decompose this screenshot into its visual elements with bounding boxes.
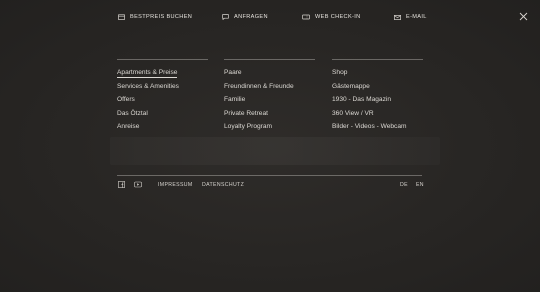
top-action-bar: BESTPREIS BUCHEN ANFRAGEN WEB CHECK-IN E… xyxy=(0,14,540,26)
menu-item-private-retreat[interactable]: Private Retreat xyxy=(224,109,315,123)
facebook-icon[interactable] xyxy=(118,181,125,188)
menu-item-360-view[interactable]: 360 View / VR xyxy=(332,109,423,123)
menu-item-anreise[interactable]: Anreise xyxy=(117,122,208,136)
inquiry-button[interactable]: ANFRAGEN xyxy=(222,14,268,20)
background-heading-faded xyxy=(110,137,440,165)
mail-icon xyxy=(394,14,401,20)
youtube-icon[interactable] xyxy=(134,181,142,188)
menu-column-1: Apartments & Preise Services & Amenities… xyxy=(117,59,208,136)
menu-item-loyalty[interactable]: Loyalty Program xyxy=(224,122,315,136)
web-checkin-button[interactable]: WEB CHECK-IN xyxy=(302,14,361,20)
ticket-icon xyxy=(302,14,310,20)
menu-item-freunde[interactable]: Freundinnen & Freunde xyxy=(224,82,315,96)
best-price-button[interactable]: BESTPREIS BUCHEN xyxy=(118,14,192,20)
email-button[interactable]: E-MAIL xyxy=(394,14,427,20)
menu-footer: IMPRESSUM DATENSCHUTZ DE EN xyxy=(117,175,424,194)
datenschutz-link[interactable]: DATENSCHUTZ xyxy=(202,182,244,188)
best-price-label: BESTPREIS BUCHEN xyxy=(130,14,193,20)
web-checkin-label: WEB CHECK-IN xyxy=(315,14,361,20)
menu-item-paare[interactable]: Paare xyxy=(224,68,315,82)
menu-item-services[interactable]: Services & Amenities xyxy=(117,82,208,96)
menu-column-3: Shop Gästemappe 1930 - Das Magazin 360 V… xyxy=(332,59,423,136)
impressum-link[interactable]: IMPRESSUM xyxy=(158,182,193,188)
menu-item-familie[interactable]: Familie xyxy=(224,95,315,109)
close-icon[interactable] xyxy=(519,12,528,21)
menu-item-media[interactable]: Bilder - Videos - Webcam xyxy=(332,122,423,136)
menu-item-magazin[interactable]: 1930 - Das Magazin xyxy=(332,95,423,109)
inquiry-label: ANFRAGEN xyxy=(234,14,268,20)
chat-icon xyxy=(222,14,229,20)
language-de[interactable]: DE xyxy=(400,182,408,188)
calendar-icon xyxy=(118,14,125,20)
menu-item-offers[interactable]: Offers xyxy=(117,95,208,109)
menu-column-2: Paare Freundinnen & Freunde Familie Priv… xyxy=(224,59,315,136)
menu-item-apartments[interactable]: Apartments & Preise xyxy=(117,68,208,82)
menu-item-gaestemappe[interactable]: Gästemappe xyxy=(332,82,423,96)
email-label: E-MAIL xyxy=(406,14,427,20)
menu-item-oetztal[interactable]: Das Ötztal xyxy=(117,109,208,123)
language-en[interactable]: EN xyxy=(416,182,424,188)
menu-item-shop[interactable]: Shop xyxy=(332,68,423,82)
